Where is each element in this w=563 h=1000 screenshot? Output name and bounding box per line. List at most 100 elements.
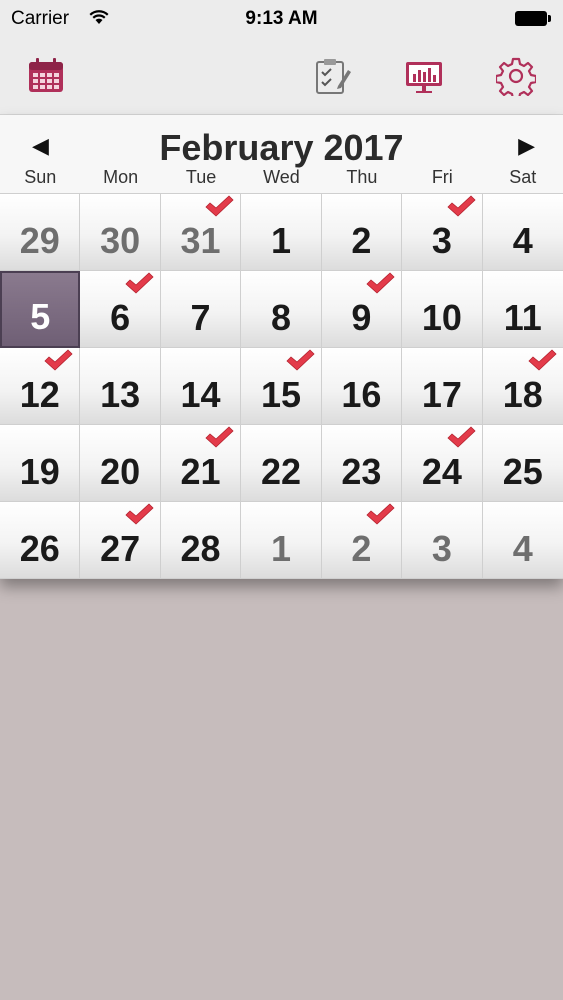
day-number: 13 [100,374,141,415]
day-number: 29 [19,220,60,261]
day-cell[interactable]: 1 [241,194,322,271]
day-cell[interactable]: 4 [482,502,563,579]
day-number: 26 [19,528,60,569]
checkmark-icon [528,349,557,371]
day-cell[interactable]: 25 [482,425,563,502]
day-number: 23 [341,451,382,492]
day-grid: 29 30 31 1 2 3 4 5 6 7 8 9 10 11 12 13 14 15 16 17 18 19 20 21 2… [0,193,563,579]
day-number: 25 [502,451,543,492]
day-number: 3 [431,220,452,261]
day-cell[interactable]: 18 [482,348,563,425]
day-number: 16 [341,374,382,415]
checkmark-icon [125,503,154,525]
day-number: 6 [110,297,131,338]
chart-icon[interactable] [404,56,444,96]
checkmark-icon [366,272,395,294]
day-number: 19 [19,451,60,492]
toolbar [0,38,563,115]
day-cell[interactable]: 3 [402,194,483,271]
day-number: 15 [260,374,302,415]
weekday-label: Wed [263,167,300,187]
battery-icon [515,11,551,26]
day-cell[interactable]: 17 [402,348,483,425]
day-number: 27 [100,528,141,569]
day-cell[interactable]: 3 [402,502,483,579]
day-number: 12 [19,374,60,415]
day-number: 2 [351,220,372,261]
status-bar: Carrier 9:13 AM [0,0,563,38]
day-number: 4 [512,528,533,569]
day-number: 24 [421,451,462,492]
day-number: 10 [421,297,462,338]
checkmark-icon [125,272,154,294]
weekday-header: Sun Mon Tue Wed Thu Fri Sat [0,167,563,193]
day-cell[interactable]: 1 [241,502,322,579]
day-cell[interactable]: 28 [160,502,242,579]
checkmark-icon [446,426,476,448]
day-cell[interactable]: 22 [241,425,322,502]
next-month-button[interactable]: ▶ [518,133,535,159]
day-cell[interactable]: 8 [241,271,322,348]
gear-icon[interactable] [496,56,536,96]
day-number: 8 [270,297,291,338]
day-number: 9 [351,297,372,338]
checkmark-icon [366,503,395,525]
day-cell[interactable]: 12 [0,348,81,425]
day-cell[interactable]: 27 [80,502,161,579]
day-cell[interactable]: 15 [241,348,322,425]
day-cell[interactable]: 21 [160,425,242,502]
checkmark-icon [286,349,315,371]
calendar-icon[interactable] [26,56,66,96]
day-cell[interactable]: 19 [0,425,81,502]
checkmark-icon [205,195,234,217]
weekday-label: Fri [431,167,453,187]
day-number: 18 [502,374,543,415]
day-cell-selected[interactable]: 5 [0,271,81,348]
weekday-label: Sat [509,167,537,187]
day-cell[interactable]: 6 [80,271,161,348]
day-number: 20 [100,451,141,492]
day-number: 1 [270,528,291,569]
weekday-label: Thu [346,167,378,187]
day-cell[interactable]: 13 [80,348,161,425]
day-number: 11 [503,297,542,338]
day-cell[interactable]: 23 [321,425,403,502]
day-number: 30 [100,220,141,261]
day-number: 21 [180,451,221,492]
day-cell[interactable]: 14 [160,348,242,425]
day-number: 4 [512,220,533,261]
weekday-label: Sun [24,167,57,187]
day-cell[interactable]: 20 [80,425,161,502]
day-cell[interactable]: 9 [321,271,403,348]
day-number: 2 [351,528,372,569]
calendar: ◀ February 2017 ▶ Sun Mon Tue Wed Thu Fr… [0,115,563,579]
day-number: 28 [180,528,221,569]
checkmark-icon [446,195,476,217]
day-cell[interactable]: 10 [402,271,483,348]
weekday-label: Tue [185,167,217,187]
checkmark-icon [44,349,73,371]
day-cell[interactable]: 29 [0,194,81,271]
day-cell[interactable]: 2 [321,194,403,271]
month-title: February 2017 [159,127,404,168]
day-cell[interactable]: 16 [321,348,403,425]
day-number: 7 [190,297,211,338]
checkmark-icon [205,426,234,448]
day-cell[interactable]: 26 [0,502,81,579]
day-cell[interactable]: 30 [80,194,161,271]
day-number: 22 [260,451,302,492]
day-cell[interactable]: 24 [402,425,483,502]
day-cell[interactable]: 2 [321,502,403,579]
day-cell[interactable]: 4 [482,194,563,271]
day-cell[interactable]: 31 [160,194,242,271]
day-cell[interactable]: 7 [160,271,242,348]
clock: 9:13 AM [245,8,318,29]
weekday-label: Mon [103,167,139,187]
day-number: 17 [421,374,462,415]
day-cell[interactable]: 11 [482,271,563,348]
day-number: 3 [431,528,452,569]
day-number: 1 [270,220,291,261]
day-number: 31 [180,220,221,261]
checklist-icon[interactable] [312,56,352,96]
day-number: 5 [30,296,51,337]
